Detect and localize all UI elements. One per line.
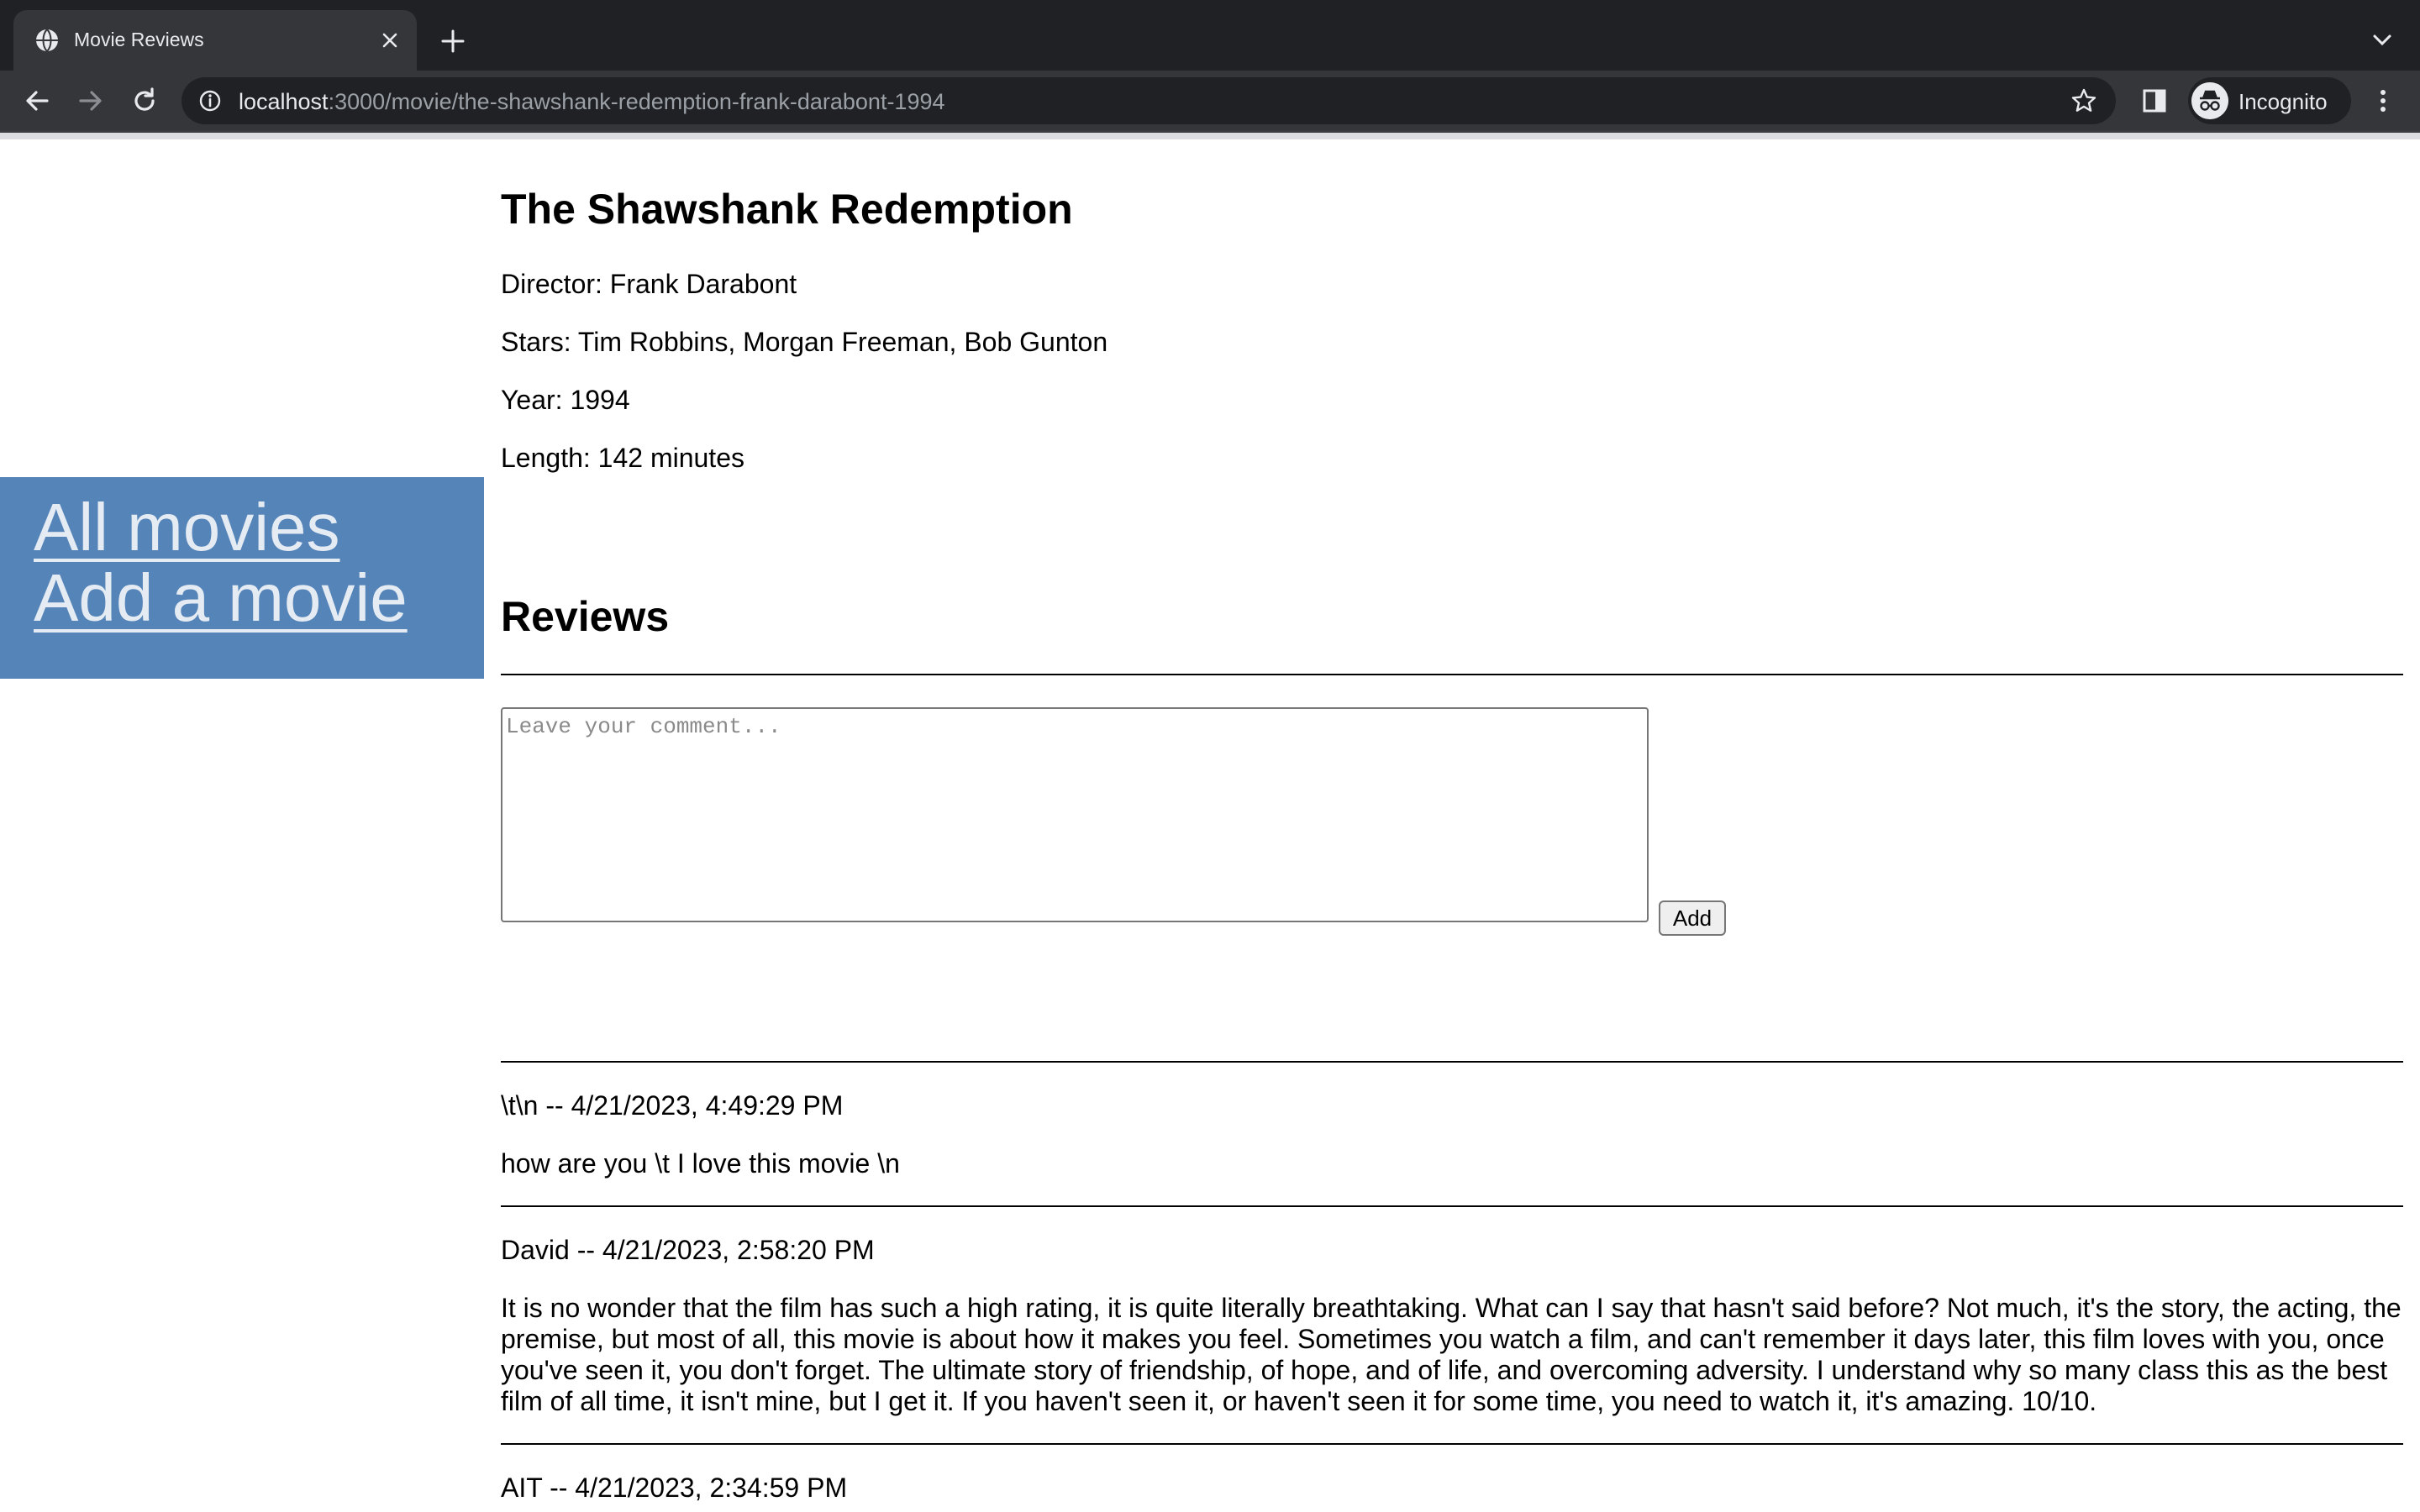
reviews-heading: Reviews [501, 593, 670, 640]
side-panel-icon[interactable] [2141, 87, 2168, 114]
url-text: localhost:3000/movie/the-shawshank-redem… [239, 89, 945, 115]
browser-tab[interactable]: Movie Reviews [13, 10, 417, 71]
incognito-profile-button[interactable]: Incognito [2188, 77, 2351, 124]
all-movies-link[interactable]: All movies [34, 494, 340, 561]
movie-length: Length: 142 minutes [501, 443, 744, 473]
side-navigation: All movies Add a movie [0, 477, 484, 679]
review-header: David -- 4/21/2023, 2:58:20 PM [501, 1235, 875, 1265]
chevron-down-icon[interactable] [2371, 32, 2393, 49]
divider [501, 1205, 2403, 1207]
page-top-border [0, 133, 2420, 139]
tab-title: Movie Reviews [74, 29, 204, 50]
movie-year: Year: 1994 [501, 385, 630, 415]
kebab-menu-icon[interactable] [2370, 87, 2396, 114]
url-host: localhost [239, 89, 329, 114]
url-path: :3000/movie/the-shawshank-redemption-fra… [328, 89, 945, 114]
star-icon[interactable] [2070, 87, 2097, 114]
review-body: how are you \t I love this movie \n [501, 1148, 900, 1179]
close-icon[interactable] [380, 30, 400, 50]
movie-title: The Shawshank Redemption [501, 186, 1073, 233]
forward-arrow-icon[interactable] [76, 86, 106, 116]
review-body: It is no wonder that the film has such a… [501, 1293, 2402, 1416]
incognito-label: Incognito [2238, 89, 2328, 114]
address-bar[interactable]: localhost:3000/movie/the-shawshank-redem… [182, 77, 2116, 124]
divider [501, 674, 2403, 675]
incognito-icon [2191, 82, 2228, 119]
browser-tab-strip: Movie Reviews [0, 0, 2420, 71]
back-arrow-icon[interactable] [22, 86, 52, 116]
review-header: \t\n -- 4/21/2023, 4:49:29 PM [501, 1090, 844, 1121]
movie-director: Director: Frank Darabont [501, 269, 797, 299]
divider [501, 1443, 2403, 1445]
movie-stars: Stars: Tim Robbins, Morgan Freeman, Bob … [501, 327, 1108, 357]
browser-toolbar: localhost:3000/movie/the-shawshank-redem… [0, 71, 2420, 133]
add-review-button[interactable]: Add [1659, 900, 1726, 936]
review-header: AIT -- 4/21/2023, 2:34:59 PM [501, 1473, 848, 1503]
plus-icon[interactable] [440, 29, 466, 54]
divider [501, 1061, 2403, 1063]
reload-icon[interactable] [129, 86, 160, 116]
globe-icon [36, 29, 58, 52]
add-movie-link[interactable]: Add a movie [34, 564, 408, 632]
comment-input[interactable] [501, 707, 1649, 922]
info-icon[interactable] [198, 89, 222, 113]
